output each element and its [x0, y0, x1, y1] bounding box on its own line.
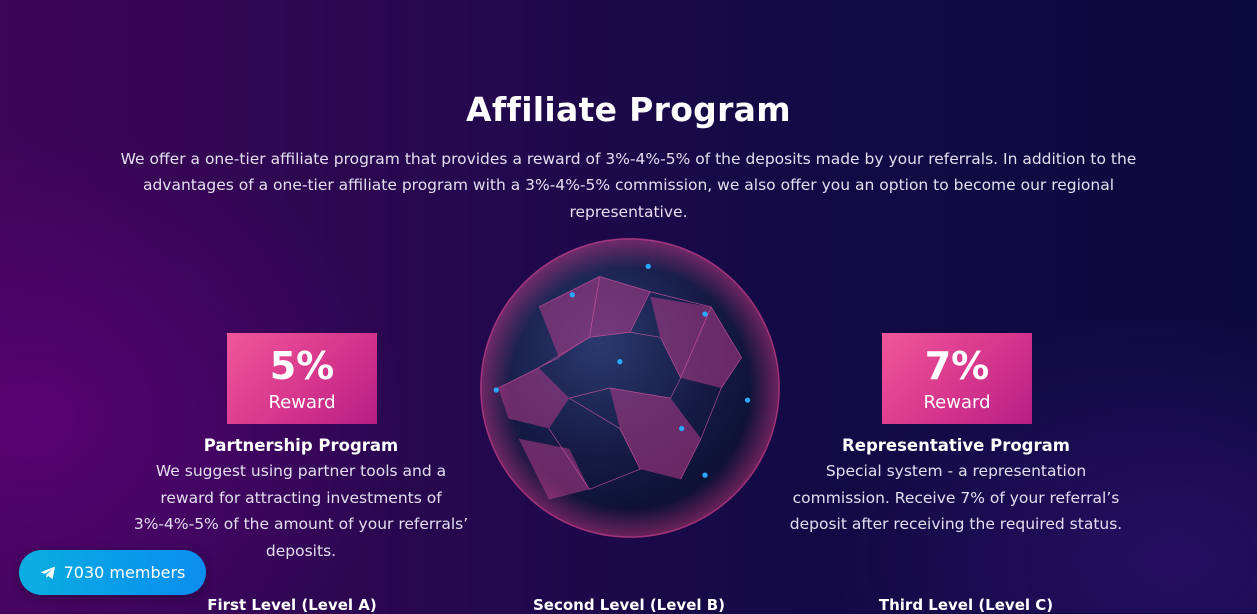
telegram-icon: [40, 566, 55, 579]
intro-text: We offer a one-tier affiliate program th…: [120, 149, 1137, 221]
level-b-title: Second Level (Level B): [532, 596, 726, 614]
telegram-members-label: 7030 members: [63, 563, 186, 582]
reward-percent: 7%: [924, 344, 990, 388]
reward-badge-representative: 7% Reward: [882, 333, 1032, 424]
section-title: Affiliate Program: [466, 90, 791, 130]
partnership-program-description: We suggest using partner tools and a rew…: [133, 462, 469, 560]
reward-badge-partnership: 5% Reward: [227, 333, 377, 424]
representative-program-title: Representative Program: [842, 436, 1070, 455]
telegram-members-button[interactable]: 7030 members: [19, 550, 206, 595]
reward-percent: 5%: [269, 344, 335, 388]
level-a-title: First Level (Level A): [207, 596, 377, 614]
reward-label: Reward: [923, 392, 991, 413]
reward-label: Reward: [268, 392, 336, 413]
level-c-title: Third Level (Level C): [878, 596, 1054, 614]
representative-program-description: Special system - a representation commis…: [789, 462, 1123, 533]
partnership-program-title: Partnership Program: [203, 436, 399, 455]
globe-network-image: [480, 238, 780, 538]
